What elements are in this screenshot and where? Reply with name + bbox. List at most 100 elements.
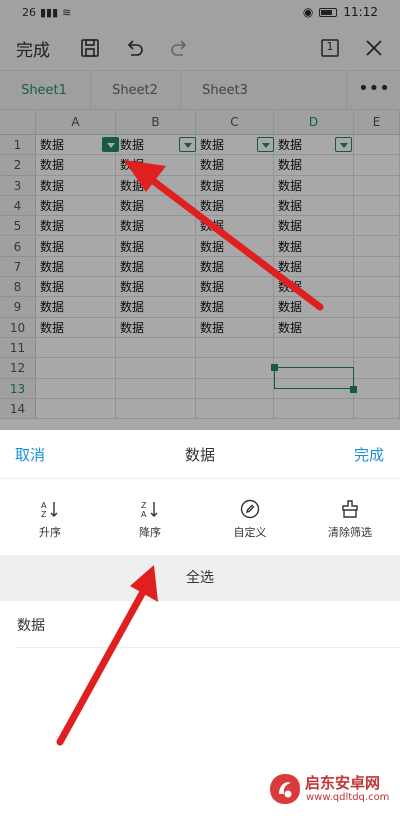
row-header-3[interactable]: 3 <box>0 175 36 196</box>
row-header-1[interactable]: 1 <box>0 135 36 156</box>
cell-b12[interactable] <box>116 358 196 379</box>
cell-d6[interactable]: 数据 <box>274 236 354 257</box>
tab-sheet1[interactable]: Sheet1 <box>0 71 88 110</box>
page-count-icon[interactable]: 1 <box>318 36 342 60</box>
cancel-button[interactable]: 取消 <box>15 444 45 465</box>
row-header-8[interactable]: 8 <box>0 277 36 298</box>
cell-c7[interactable]: 数据 <box>196 256 274 278</box>
cell-b11[interactable] <box>116 338 196 359</box>
cell-b3[interactable]: 数据 <box>116 175 196 196</box>
tab-sheet3[interactable]: Sheet3 <box>181 71 269 110</box>
column-header-e[interactable]: E <box>354 110 400 135</box>
cell-grid[interactable]: A B C D E 1 数据 数据 数据 数据 2 数据 数据 数据 数据 3 数据 数据 数据 数据 4 数据 数据 数据数… <box>0 110 400 430</box>
row-header-2[interactable]: 2 <box>0 155 36 176</box>
cell-d8[interactable]: 数据 <box>274 277 354 298</box>
filter-done-button[interactable]: 完成 <box>354 444 384 465</box>
cell-a8[interactable]: 数据 <box>36 277 116 298</box>
cell-c11[interactable] <box>196 338 274 359</box>
cell-c9[interactable]: 数据 <box>196 297 274 318</box>
cell-b2[interactable]: 数据 <box>116 155 196 176</box>
cell-a10[interactable]: 数据 <box>36 317 116 338</box>
cell-c3[interactable]: 数据 <box>196 175 274 196</box>
cell-e1[interactable] <box>354 135 400 156</box>
column-header-d[interactable]: D <box>274 110 354 135</box>
row-header-11[interactable]: 11 <box>0 338 36 359</box>
column-header-a[interactable]: A <box>36 110 116 135</box>
undo-icon[interactable] <box>122 36 146 60</box>
clear-filter-button[interactable]: 清除筛选 <box>300 479 400 555</box>
cell-a3[interactable]: 数据 <box>36 175 116 196</box>
row-header-9[interactable]: 9 <box>0 297 36 318</box>
cell-e8[interactable] <box>354 277 400 298</box>
cell-d9[interactable]: 数据 <box>274 297 354 318</box>
cell-d5[interactable]: 数据 <box>274 216 354 237</box>
cell-d10[interactable]: 数据 <box>274 317 354 338</box>
cell-e14[interactable] <box>354 398 400 420</box>
done-button[interactable]: 完成 <box>16 36 50 61</box>
cell-e7[interactable] <box>354 256 400 278</box>
cell-e4[interactable] <box>354 195 400 217</box>
selection-handle[interactable] <box>271 363 278 371</box>
cell-c4[interactable]: 数据 <box>196 195 274 217</box>
cell-e2[interactable] <box>354 155 400 176</box>
more-icon[interactable]: ••• <box>348 71 400 110</box>
cell-c12[interactable] <box>196 358 274 379</box>
cell-a7[interactable]: 数据 <box>36 256 116 278</box>
cell-c5[interactable]: 数据 <box>196 216 274 237</box>
cell-e5[interactable] <box>354 216 400 237</box>
row-header-10[interactable]: 10 <box>0 317 36 338</box>
filter-dropdown-c-icon[interactable] <box>257 137 274 152</box>
cell-a14[interactable] <box>36 398 116 420</box>
cell-a6[interactable]: 数据 <box>36 236 116 257</box>
cell-a4[interactable]: 数据 <box>36 195 116 217</box>
row-header-7[interactable]: 7 <box>0 256 36 278</box>
row-header-5[interactable]: 5 <box>0 216 36 237</box>
cell-e11[interactable] <box>354 338 400 359</box>
cell-e13[interactable] <box>354 378 400 399</box>
row-header-4[interactable]: 4 <box>0 195 36 217</box>
cell-d11[interactable] <box>274 338 354 359</box>
cell-d2[interactable]: 数据 <box>274 155 354 176</box>
cell-e10[interactable] <box>354 317 400 338</box>
row-header-6[interactable]: 6 <box>0 236 36 257</box>
cell-e3[interactable] <box>354 175 400 196</box>
cell-a5[interactable]: 数据 <box>36 216 116 237</box>
redo-icon[interactable] <box>168 36 192 60</box>
cell-b5[interactable]: 数据 <box>116 216 196 237</box>
column-header-c[interactable]: C <box>196 110 274 135</box>
select-all-row[interactable]: 全选 <box>0 555 400 601</box>
filter-dropdown-d-icon[interactable] <box>335 137 352 152</box>
column-header-b[interactable]: B <box>116 110 196 135</box>
cell-a9[interactable]: 数据 <box>36 297 116 318</box>
cell-d4[interactable]: 数据 <box>274 195 354 217</box>
cell-b8[interactable]: 数据 <box>116 277 196 298</box>
cell-a11[interactable] <box>36 338 116 359</box>
filter-dropdown-b-icon[interactable] <box>179 137 196 152</box>
cell-d3[interactable]: 数据 <box>274 175 354 196</box>
cell-b4[interactable]: 数据 <box>116 195 196 217</box>
cell-b6[interactable]: 数据 <box>116 236 196 257</box>
save-icon[interactable] <box>78 36 102 60</box>
custom-filter-button[interactable]: 自定义 <box>200 479 300 555</box>
cell-d14[interactable] <box>274 398 354 420</box>
row-header-13[interactable]: 13 <box>0 378 36 399</box>
close-icon[interactable] <box>362 36 386 60</box>
cell-c2[interactable]: 数据 <box>196 155 274 176</box>
cell-b10[interactable]: 数据 <box>116 317 196 338</box>
selection-handle[interactable] <box>350 385 357 393</box>
cell-c8[interactable]: 数据 <box>196 277 274 298</box>
row-header-12[interactable]: 12 <box>0 358 36 379</box>
filter-dropdown-a-icon[interactable] <box>102 137 119 152</box>
tab-sheet2[interactable]: Sheet2 <box>91 71 179 110</box>
filter-value-item[interactable]: 数据 <box>0 601 400 647</box>
cell-e9[interactable] <box>354 297 400 318</box>
cell-e6[interactable] <box>354 236 400 257</box>
cell-selection[interactable] <box>274 366 354 389</box>
sort-ascending-button[interactable]: AZ 升序 <box>0 479 100 555</box>
cell-c10[interactable]: 数据 <box>196 317 274 338</box>
cell-d7[interactable]: 数据 <box>274 256 354 278</box>
cell-c13[interactable] <box>196 378 274 399</box>
sort-descending-button[interactable]: ZA 降序 <box>100 479 200 555</box>
cell-e12[interactable] <box>354 358 400 379</box>
cell-a2[interactable]: 数据 <box>36 155 116 176</box>
